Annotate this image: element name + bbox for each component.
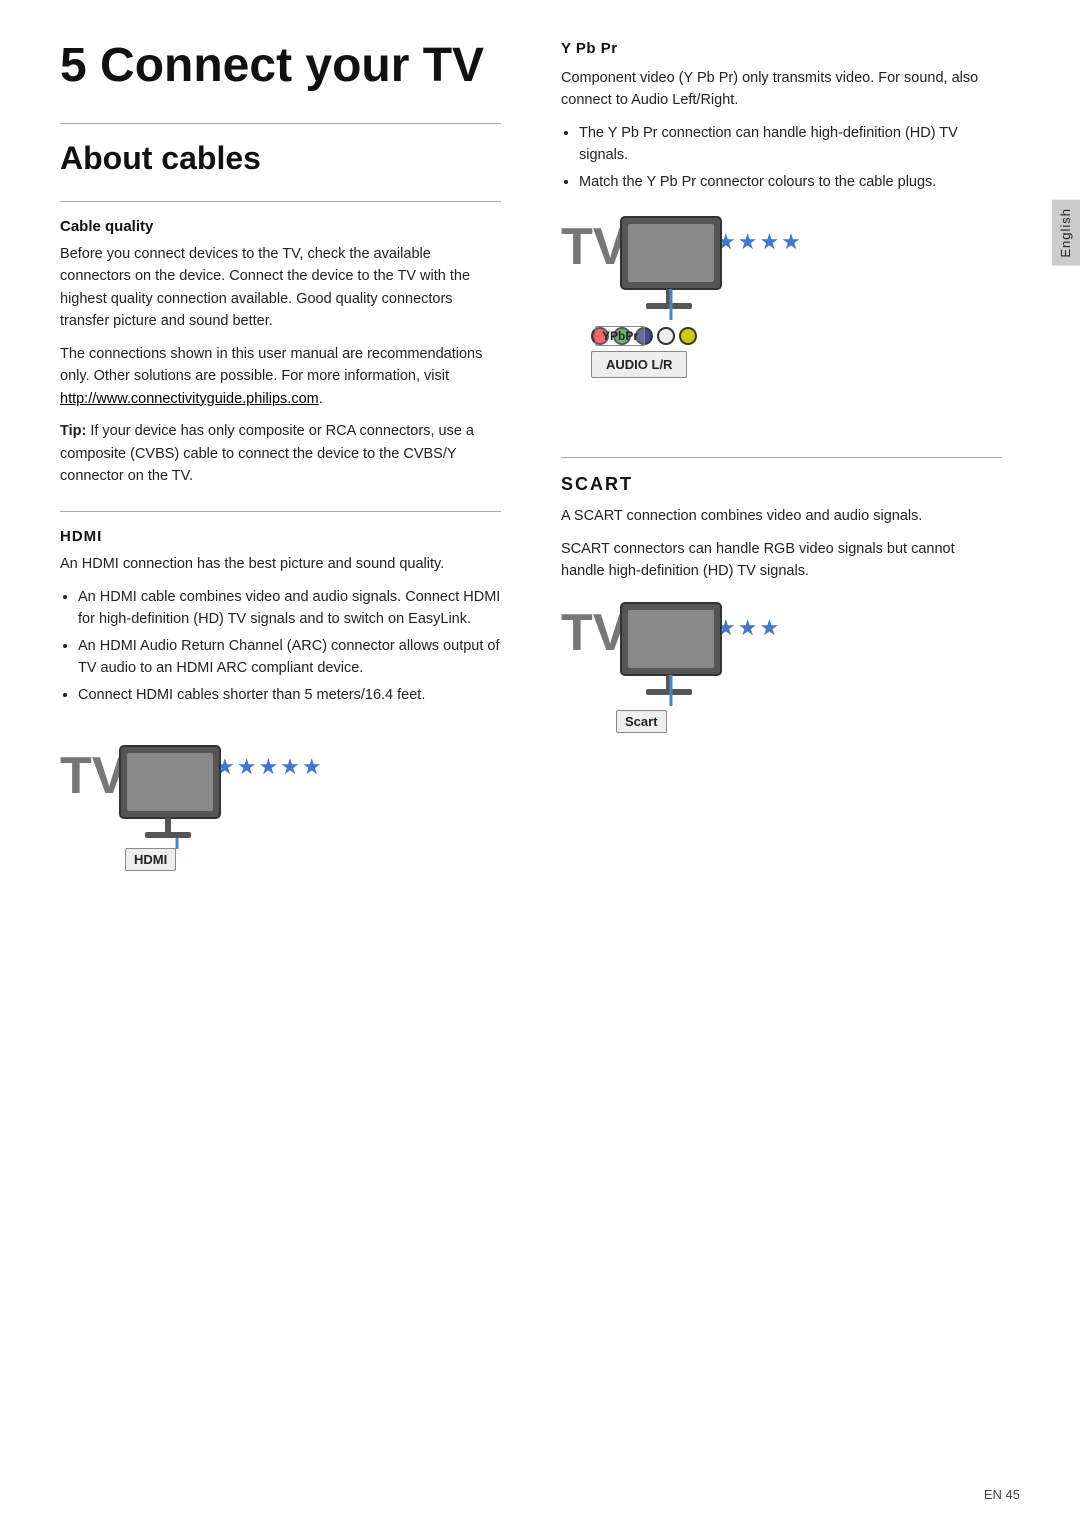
- ypbpr-para1: Component video (Y Pb Pr) only transmits…: [561, 67, 1002, 112]
- ypbpr-tv-illustration: [616, 212, 736, 326]
- connector-circles: YPbPr: [591, 327, 697, 345]
- ypbpr-bullets: The Y Pb Pr connection can handle high-d…: [579, 122, 1002, 197]
- chapter-title: 5 Connect your TV: [60, 40, 501, 93]
- ypbpr-bullet-1: The Y Pb Pr connection can handle high-d…: [579, 122, 1002, 167]
- scart-para1: A SCART connection combines video and au…: [561, 505, 1002, 527]
- hdmi-title: HDMI: [60, 528, 501, 545]
- hdmi-label-box: HDMI: [125, 848, 176, 871]
- right-column: Y Pb Pr Component video (Y Pb Pr) only t…: [541, 40, 1002, 1492]
- hdmi-diagram: TV ★★★★★: [60, 736, 501, 916]
- tip-label: Tip:: [60, 423, 86, 439]
- scart-para2: SCART connectors can handle RGB video si…: [561, 538, 1002, 583]
- divider-scart: [561, 457, 1002, 458]
- conn-white: [657, 327, 675, 345]
- language-tab: English: [1052, 200, 1080, 266]
- hdmi-tv-illustration: [115, 741, 235, 855]
- scart-connector: Scart: [616, 711, 656, 733]
- hdmi-para1: An HDMI connection has the best picture …: [60, 553, 501, 575]
- audio-lr-label: AUDIO L/R: [591, 351, 687, 378]
- scart-diagram: TV ★★★: [561, 593, 1002, 793]
- philips-link[interactable]: http://www.connectivityguide.philips.com: [60, 391, 319, 407]
- about-cables-title: About cables: [60, 140, 501, 177]
- hdmi-connector: HDMI: [125, 848, 159, 870]
- ypbpr-diagram: TV ★★★★: [561, 207, 1002, 427]
- footer-page-number: EN 45: [984, 1487, 1020, 1502]
- scart-label-box: Scart: [616, 710, 667, 733]
- conn-yellow: [679, 327, 697, 345]
- ypbpr-label-box: YPbPr: [595, 326, 645, 346]
- scart-tv-illustration: [616, 598, 736, 712]
- left-column: 5 Connect your TV About cables Cable qua…: [60, 40, 501, 1492]
- hdmi-bullet-3: Connect HDMI cables shorter than 5 meter…: [78, 684, 501, 706]
- cable-quality-para2: The connections shown in this user manua…: [60, 343, 501, 410]
- hdmi-bullet-2: An HDMI Audio Return Channel (ARC) conne…: [78, 635, 501, 680]
- cable-quality-para1: Before you connect devices to the TV, ch…: [60, 243, 501, 333]
- divider-1: [60, 123, 501, 124]
- divider-hdmi: [60, 511, 501, 512]
- ypbpr-title: Y Pb Pr: [561, 40, 1002, 57]
- cable-quality-title: Cable quality: [60, 218, 501, 235]
- hdmi-bullet-1: An HDMI cable combines video and audio s…: [78, 586, 501, 631]
- divider-2: [60, 201, 501, 202]
- tip-text: Tip: If your device has only composite o…: [60, 420, 501, 487]
- hdmi-bullets: An HDMI cable combines video and audio s…: [78, 586, 501, 710]
- ypbpr-connectors: YPbPr AUDIO L/R: [591, 327, 697, 351]
- ypbpr-bullet-2: Match the Y Pb Pr connector colours to t…: [579, 171, 1002, 193]
- scart-title: SCART: [561, 474, 1002, 495]
